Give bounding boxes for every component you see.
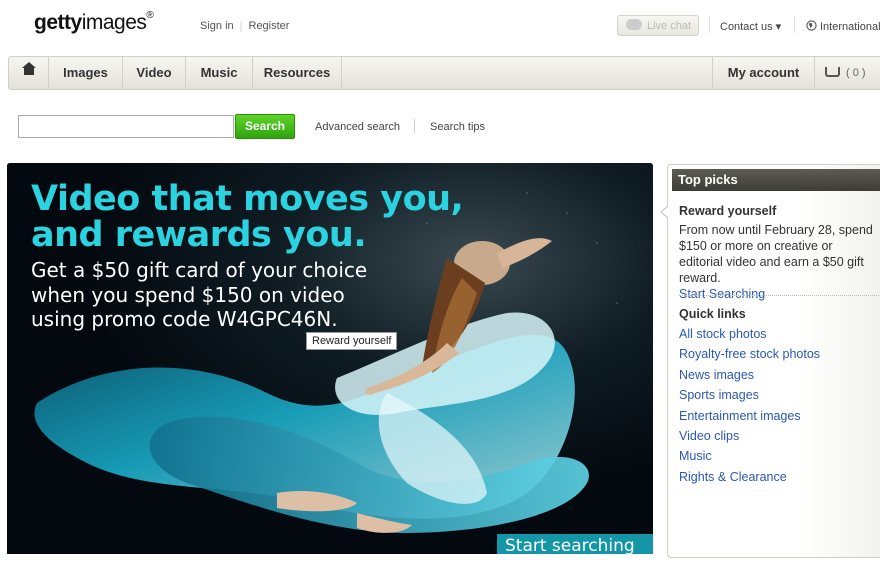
quick-link-entertainment-images[interactable]: Entertainment images (679, 409, 801, 423)
top-bar: gettyimages® Sign in | Register Live chat … (0, 0, 880, 52)
logo-bold-text: getty (34, 11, 82, 34)
nav-video[interactable]: Video (123, 57, 186, 89)
gettyimages-logo[interactable]: gettyimages® (34, 10, 154, 35)
promo-body: From now until February 28, spend $150 o… (679, 222, 879, 302)
divider (794, 17, 795, 33)
main-nav: Images Video Music Resources My account … (8, 56, 880, 90)
top-picks-panel: Top picks Reward yourself From now until… (660, 164, 880, 558)
start-searching-button[interactable]: Start searching > (497, 534, 653, 580)
nav-home[interactable] (9, 57, 49, 89)
my-account-link[interactable]: My account (712, 57, 815, 89)
divider (414, 119, 415, 133)
nav-music[interactable]: Music (186, 57, 253, 89)
live-chat-label: Live chat (647, 20, 692, 32)
hero-body: Get a $50 gift card of your choice when … (31, 258, 367, 332)
cart-count: ( 0 ) (846, 67, 866, 79)
contact-us-dropdown[interactable]: Contact us ▾ (720, 20, 781, 33)
chat-bubble-icon (626, 19, 642, 30)
start-searching-link[interactable]: Start Searching (679, 287, 765, 301)
quick-link-sports-images[interactable]: Sports images (679, 388, 759, 402)
quick-link-rights-clearance[interactable]: Rights & Clearance (679, 470, 787, 484)
hero-headline: Video that moves you, and rewards you. (31, 179, 464, 255)
sign-in-link[interactable]: Sign in (200, 20, 234, 32)
account-links: Sign in | Register (200, 20, 289, 32)
hero-tooltip: Reward yourself (306, 332, 398, 350)
nav-images[interactable]: Images (49, 57, 123, 89)
divider (709, 17, 710, 33)
cart-link[interactable]: ( 0 ) (815, 57, 880, 89)
logo-registered-mark: ® (146, 10, 154, 21)
hero-body-line: when you spend $150 on video (31, 282, 345, 307)
quick-link-all-stock-photos[interactable]: All stock photos (679, 327, 767, 341)
register-link[interactable]: Register (249, 20, 290, 32)
logo-text: images (81, 11, 147, 34)
hero-body-line: Get a $50 gift card of your choice (31, 258, 368, 282)
quick-link-news-images[interactable]: News images (679, 368, 754, 382)
quick-link-video-clips[interactable]: Video clips (679, 429, 739, 443)
globe-icon (806, 20, 817, 31)
live-chat-button[interactable]: Live chat (617, 15, 699, 36)
promo-text: From now until February 28, spend $150 o… (679, 223, 873, 285)
international-label: International (820, 21, 880, 33)
quick-link-music[interactable]: Music (679, 449, 712, 463)
advanced-search-link[interactable]: Advanced search (315, 121, 400, 133)
search-button[interactable]: Search (235, 114, 295, 139)
hero-headline-line: Video that moves you, (31, 179, 464, 219)
hero-banner[interactable]: Video that moves you, and rewards you. G… (7, 163, 653, 554)
quick-link-royalty-free[interactable]: Royalty-free stock photos (679, 347, 820, 361)
search-tips-link[interactable]: Search tips (430, 121, 485, 133)
promo-title: Reward yourself (679, 204, 777, 218)
nav-resources[interactable]: Resources (253, 57, 342, 89)
top-picks-header: Top picks (672, 169, 880, 191)
search-input[interactable] (18, 115, 234, 138)
home-icon (21, 62, 36, 79)
international-selector[interactable]: International (806, 20, 880, 33)
hero-body-line: using promo code W4GPC46N. (31, 307, 338, 331)
divider (679, 295, 879, 296)
quick-links-title: Quick links (679, 307, 746, 321)
quick-links-list: All stock photos Royalty-free stock phot… (679, 324, 820, 487)
link-separator: | (239, 20, 243, 32)
cart-icon (825, 67, 840, 77)
hero-headline-line: and rewards you. (31, 215, 367, 255)
